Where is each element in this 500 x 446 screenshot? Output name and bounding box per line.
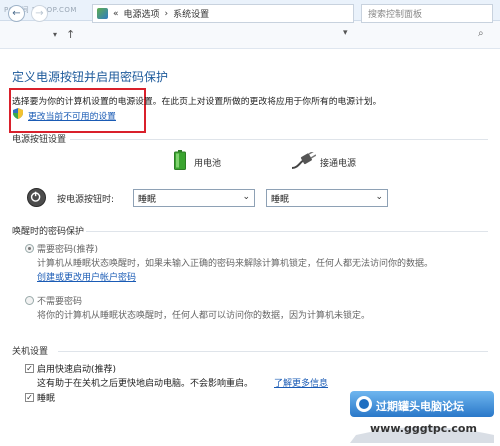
battery-icon	[174, 150, 186, 170]
require-password-radio[interactable]	[25, 244, 34, 253]
address-dropdown-icon[interactable]: ▾	[343, 28, 348, 38]
sleep-checkbox[interactable]: ✓	[25, 393, 34, 402]
ac-select-value: 睡眠	[271, 194, 290, 205]
breadcrumb-power-options[interactable]: 电源选项	[124, 7, 160, 20]
uac-shield-icon	[13, 108, 23, 119]
fast-startup-checkbox[interactable]: ✓	[25, 364, 34, 373]
section-shutdown: 关机设置	[12, 347, 49, 357]
breadcrumb-system-settings[interactable]: 系统设置	[173, 7, 209, 20]
sleep-label[interactable]: 睡眠	[37, 391, 55, 404]
require-password-label[interactable]: 需要密码(推荐)	[37, 242, 98, 255]
battery-select-value: 睡眠	[138, 194, 157, 205]
forum-name: 过期罐头电脑论坛	[376, 400, 464, 413]
breadcrumb-overflow[interactable]: «	[113, 9, 119, 19]
divider	[86, 231, 488, 232]
battery-power-button-select[interactable]: 睡眠 ⌄	[133, 189, 255, 207]
no-password-radio[interactable]	[25, 296, 34, 305]
fast-startup-label[interactable]: 启用快速启动(推荐)	[37, 362, 116, 375]
page-title: 定义电源按钮并启用密码保护	[12, 70, 169, 84]
no-password-description: 将你的计算机从睡眠状态唤醒时，任何人都可以访问你的数据，因为计算机未锁定。	[37, 311, 371, 321]
divider	[58, 351, 488, 352]
search-input[interactable]: 搜索控制面板	[361, 4, 493, 23]
search-icon[interactable]: ⌕	[478, 28, 484, 39]
power-plug-icon	[291, 152, 316, 169]
create-change-password-link[interactable]: 创建或更改用户帐户密码	[37, 270, 136, 283]
forum-watermark: 过期罐头电脑论坛 www.gggtpc.com	[346, 385, 498, 443]
control-panel-icon	[97, 8, 108, 19]
section-power-buttons: 电源按钮设置	[12, 135, 67, 145]
address-bar[interactable]: « 电源选项 › 系统设置	[92, 4, 354, 23]
forward-arrow-icon[interactable]: →	[31, 5, 48, 22]
chevron-down-icon: ⌄	[375, 192, 383, 202]
recent-dropdown-icon[interactable]: ▾	[53, 30, 57, 39]
power-button-action-label: 按电源按钮时:	[57, 195, 115, 205]
power-button-icon	[27, 188, 46, 207]
intro-text: 选择要为你的计算机设置的电源设置。在此页上对设置所做的更改将应用于你所有的电源计…	[12, 97, 382, 107]
require-password-description: 计算机从睡眠状态唤醒时，如果未输入正确的密码来解除计算机锁定，任何人都无法访问你…	[37, 259, 434, 269]
section-wake-password: 唤醒时的密码保护	[12, 227, 85, 237]
breadcrumb-separator: ›	[164, 8, 169, 19]
chevron-down-icon: ⌄	[242, 192, 250, 202]
plugged-in-column-label: 接通电源	[320, 159, 357, 169]
battery-column-label: 用电池	[194, 159, 222, 169]
ac-power-button-select[interactable]: 睡眠 ⌄	[266, 189, 388, 207]
change-unavailable-settings-link[interactable]: 更改当前不可用的设置	[28, 109, 116, 122]
fast-startup-description: 这有助于在关机之后更快地启动电脑。不会影响重启。	[37, 379, 254, 389]
back-arrow-icon[interactable]: ←	[8, 5, 25, 22]
learn-more-link[interactable]: 了解更多信息	[274, 376, 328, 389]
no-password-label[interactable]: 不需要密码	[37, 294, 82, 307]
forum-url: www.gggtpc.com	[370, 422, 477, 435]
divider	[70, 139, 488, 140]
up-arrow-icon[interactable]: ↑	[66, 28, 75, 41]
